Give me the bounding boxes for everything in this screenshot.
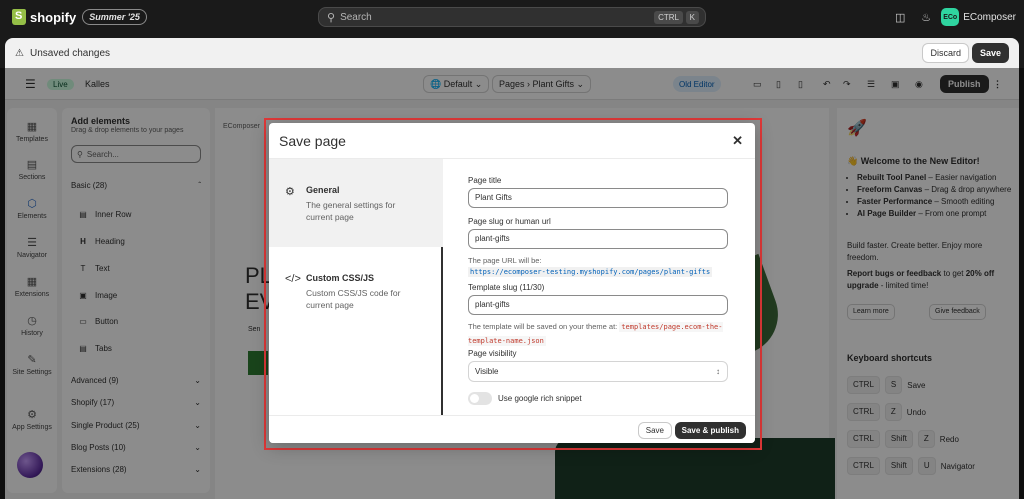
page-slug-input[interactable]: plant-gifts xyxy=(468,229,728,249)
edition-badge[interactable]: Summer '25 xyxy=(82,9,147,25)
search-icon: ⚲ xyxy=(327,11,336,24)
search-placeholder: Search xyxy=(340,11,372,23)
page-title-input[interactable]: Plant Gifts xyxy=(468,188,728,208)
kbd-ctrl: CTRL xyxy=(654,11,683,24)
select-arrows-icon: ↕ xyxy=(716,367,720,376)
nav-general[interactable]: ⚙ General The general settings for curre… xyxy=(269,159,443,247)
modal-header: Save page ✕ xyxy=(269,123,755,159)
modal-nav: ⚙ General The general settings for curre… xyxy=(269,159,443,415)
global-search[interactable]: ⚲ Search CTRL K xyxy=(318,7,706,27)
nav-custom-css-js[interactable]: </> Custom CSS/JS Custom CSS/JS code for… xyxy=(269,247,443,335)
template-slug-label: Template slug (11/30) xyxy=(468,283,545,292)
store-name[interactable]: EComposer xyxy=(963,12,1016,23)
page-title-label: Page title xyxy=(468,176,502,185)
visibility-select[interactable]: Visible ↕ xyxy=(468,361,728,382)
discard-button[interactable]: Discard xyxy=(922,43,969,63)
save-and-publish-button[interactable]: Save & publish xyxy=(674,422,746,439)
nav-desc: Custom CSS/JS code for current page xyxy=(306,288,401,310)
template-path-help: The template will be saved on your theme… xyxy=(468,320,738,348)
store-avatar[interactable]: ECo xyxy=(941,8,960,26)
shopify-bag-icon xyxy=(12,9,26,25)
code-icon: </> xyxy=(285,273,301,285)
template-slug-input[interactable]: plant-gifts xyxy=(468,295,728,315)
shopify-logo[interactable]: shopify Summer '25 xyxy=(12,9,147,25)
modal-body: Page title Plant Gifts Page slug or huma… xyxy=(445,159,755,415)
nav-title: Custom CSS/JS xyxy=(306,273,375,283)
nav-title: General xyxy=(306,185,340,195)
template-help-text: The template will be saved on your theme… xyxy=(468,322,618,331)
modal-footer: Save Save & publish xyxy=(269,415,755,443)
save-page-modal: Save page ✕ ⚙ General The general settin… xyxy=(269,123,755,443)
shopify-logo-text: shopify xyxy=(30,9,77,25)
close-icon[interactable]: ✕ xyxy=(732,133,743,149)
bell-icon[interactable]: ♨ xyxy=(915,6,937,28)
page-url-value: https://ecomposer-testing.myshopify.com/… xyxy=(468,267,713,277)
unsaved-message: Unsaved changes xyxy=(29,47,111,59)
rich-snippet-label: Use google rich snippet xyxy=(498,394,582,403)
unsaved-changes-bar: ⚠ Unsaved changes Discard Save xyxy=(5,38,1019,68)
visibility-value: Visible xyxy=(475,367,499,376)
modal-save-button[interactable]: Save xyxy=(637,422,672,439)
kbd-k: K xyxy=(685,11,699,24)
shopify-topbar: shopify Summer '25 ⚲ Search CTRL K ◫ ♨ E… xyxy=(0,0,1024,34)
page-url-help: The page URL will be: https://ecomposer-… xyxy=(468,255,738,278)
visibility-label: Page visibility xyxy=(468,349,517,358)
rich-snippet-toggle[interactable] xyxy=(468,392,492,405)
page-url-help-text: The page URL will be: xyxy=(468,256,542,265)
save-button[interactable]: Save xyxy=(971,43,1009,63)
store-icon[interactable]: ◫ xyxy=(889,6,911,28)
page-slug-label: Page slug or human url xyxy=(468,217,551,226)
modal-title: Save page xyxy=(279,133,346,149)
warning-icon: ⚠ xyxy=(15,47,24,59)
gear-icon: ⚙ xyxy=(285,186,295,198)
nav-desc: The general settings for current page xyxy=(306,200,396,222)
